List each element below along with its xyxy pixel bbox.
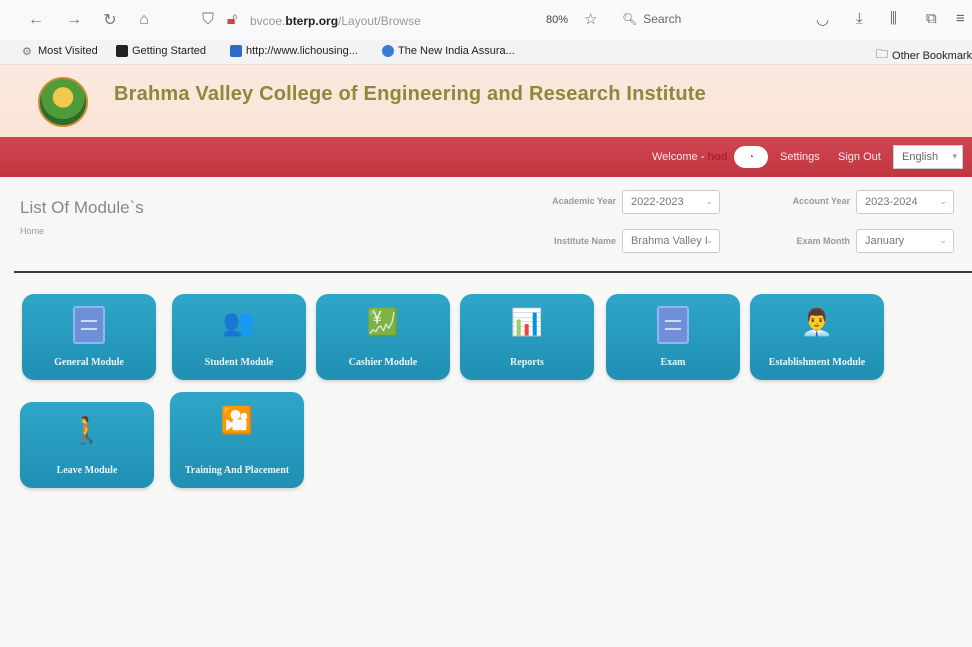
document-icon: [72, 306, 106, 344]
folder-icon: 🗀: [876, 47, 889, 61]
top-navbar: Welcome - hod ◔ Settings Sign Out Englis…: [0, 137, 972, 177]
user-avatar-button[interactable]: ◔: [734, 146, 768, 168]
bookmark-lichousing[interactable]: http://www.lichousing...: [230, 45, 358, 57]
url-domain: bterp.org: [285, 14, 339, 28]
cash-chart-icon: 💹: [366, 308, 400, 337]
account-year-value: 2023-2024: [865, 196, 918, 208]
bookmark-new-india[interactable]: The New India Assura...: [382, 45, 515, 57]
search-placeholder: Search: [643, 12, 682, 26]
presentation-icon: 🎦: [220, 406, 254, 435]
account-year-select[interactable]: 2023-2024 ⌄: [856, 190, 954, 214]
bookmark-getting-started[interactable]: Getting Started: [116, 45, 206, 57]
module-label: Establishment Module: [768, 357, 866, 368]
reload-icon[interactable]: ↻: [100, 10, 120, 30]
language-value: English: [902, 151, 939, 163]
module-label: Cashier Module: [348, 357, 418, 368]
module-tile-establishment[interactable]: 👨‍💼 Establishment Module: [750, 294, 884, 380]
students-icon: 👥: [222, 308, 256, 337]
academic-year-select[interactable]: 2022-2023 ⌄: [622, 190, 720, 214]
bookmark-icon: [230, 45, 242, 57]
module-tile-leave[interactable]: 🚶 Leave Module: [20, 402, 154, 488]
pocket-icon[interactable]: ◡: [816, 10, 829, 28]
url-bar[interactable]: bvcoe. bterp.org /Layout/Browse: [250, 10, 770, 32]
firefox-icon: [116, 45, 128, 57]
user-icon: ◔: [747, 151, 755, 163]
app-header: Brahma Valley College of Engineering and…: [0, 65, 972, 137]
insecure-lock-icon[interactable]: 🔓︎: [222, 10, 242, 30]
url-prefix: bvcoe.: [250, 14, 286, 28]
header-divider: [14, 271, 972, 273]
breadcrumb[interactable]: Home: [20, 226, 44, 236]
chevron-down-icon: ⌄: [939, 235, 947, 245]
module-tile-cashier[interactable]: 💹 Cashier Module: [316, 294, 450, 380]
account-year-label: Account Year: [792, 196, 850, 206]
academic-year-label: Academic Year: [552, 196, 616, 206]
search-box[interactable]: 🔍︎ Search: [622, 12, 681, 26]
gear-icon: ⚙: [22, 46, 32, 58]
document-icon: [656, 306, 690, 344]
chevron-down-icon: ⌄: [705, 235, 713, 245]
bookmark-most-visited[interactable]: ⚙ Most Visited: [22, 45, 98, 58]
module-tile-general[interactable]: General Module: [22, 294, 156, 380]
exam-month-value: January: [865, 235, 905, 247]
search-icon: 🔍︎: [622, 12, 638, 26]
forward-icon[interactable]: →: [64, 10, 84, 30]
other-bookmarks-label: Other Bookmark: [892, 49, 972, 62]
module-tile-reports[interactable]: 📊 Reports: [460, 294, 594, 380]
module-tile-student[interactable]: 👥 Student Module: [172, 294, 306, 380]
bookmark-star-icon[interactable]: ☆: [584, 10, 597, 28]
exam-month-select[interactable]: January ⌄: [856, 229, 954, 253]
institute-name-value: Brahma Valley I: [631, 235, 708, 247]
module-label: Student Module: [204, 357, 274, 368]
module-tile-exam[interactable]: Exam: [606, 294, 740, 380]
tracking-shield-icon[interactable]: ⛉: [198, 10, 218, 30]
chevron-down-icon: ⌄: [939, 196, 947, 206]
bookmark-label: Getting Started: [132, 45, 206, 57]
walking-person-icon: 🚶: [70, 416, 104, 445]
library-icon[interactable]: ⫼: [890, 10, 897, 27]
academic-year-value: 2022-2023: [631, 196, 684, 208]
module-label: Training And Placement: [184, 465, 290, 476]
language-select[interactable]: English ▾: [893, 145, 963, 169]
module-tile-training-placement[interactable]: 🎦 Training And Placement: [170, 392, 304, 488]
module-label: Reports: [510, 357, 544, 368]
bookmark-label: The New India Assura...: [398, 45, 515, 57]
bookmarks-bar: ⚙ Most Visited Getting Started http://ww…: [0, 40, 972, 65]
zoom-level[interactable]: 80%: [546, 14, 568, 26]
welcome-prefix: Welcome -: [652, 151, 705, 163]
url-path: /Layout/Browse: [338, 14, 421, 28]
home-icon[interactable]: ⌂: [134, 10, 154, 30]
bookmark-label: http://www.lichousing...: [246, 45, 358, 57]
chevron-down-icon: ⌄: [705, 196, 713, 206]
employee-icon: 👨‍💼: [800, 308, 834, 337]
sign-out-link[interactable]: Sign Out: [838, 151, 881, 163]
page-title: List Of Module`s: [20, 198, 144, 217]
college-logo: [38, 77, 88, 127]
module-label: General Module: [54, 357, 124, 368]
welcome-user: hod: [707, 151, 728, 163]
settings-link[interactable]: Settings: [780, 151, 820, 163]
extensions-icon[interactable]: ⧉: [926, 10, 937, 27]
exam-month-label: Exam Month: [796, 236, 850, 246]
chevron-down-icon: ▾: [952, 151, 957, 161]
module-label: Leave Module: [56, 465, 118, 476]
bookmark-label: Most Visited: [38, 45, 98, 57]
other-bookmarks[interactable]: 🗀 Other Bookmark: [876, 45, 972, 66]
browser-toolbar: ← → ↻ ⌂ ⛉ 🔓︎ bvcoe. bterp.org /Layout/Br…: [0, 0, 972, 40]
menu-icon[interactable]: ≡: [956, 10, 965, 27]
institute-name-label: Institute Name: [553, 236, 616, 246]
download-icon[interactable]: ⤓: [856, 10, 863, 27]
module-label: Exam: [660, 357, 686, 368]
college-name: Brahma Valley College of Engineering and…: [114, 83, 706, 105]
back-icon[interactable]: ←: [26, 10, 46, 30]
institute-name-select[interactable]: Brahma Valley I ⌄: [622, 229, 720, 253]
welcome-text: Welcome - hod: [652, 151, 728, 163]
globe-icon: [382, 45, 394, 57]
report-icon: 📊: [510, 308, 544, 337]
